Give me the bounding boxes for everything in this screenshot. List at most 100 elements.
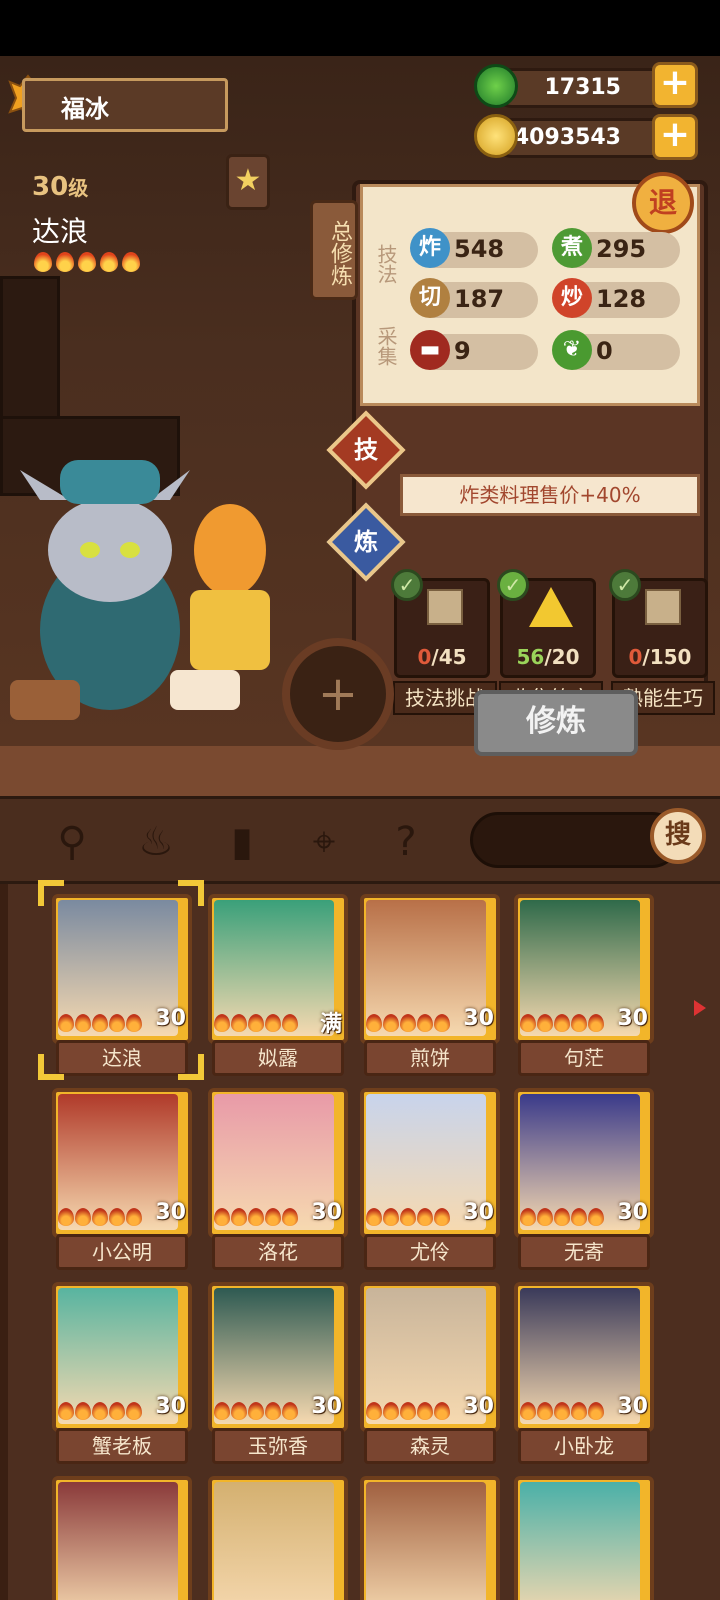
coin-icon: [474, 114, 518, 158]
add-coins-button[interactable]: +: [652, 114, 698, 160]
skill-fry-value: 548: [454, 235, 505, 263]
gather-meat-value: 9: [454, 337, 471, 365]
character-card[interactable]: 30 尤伶: [360, 1088, 500, 1270]
character-card[interactable]: 30 煎饼: [360, 894, 500, 1076]
task-progress: 56/20: [516, 645, 580, 669]
flame-icon: [214, 1402, 230, 1420]
skill-fry: 炸 548: [410, 228, 538, 268]
flame-icon: [100, 252, 118, 272]
flame-icon: [265, 1014, 281, 1032]
meat-icon: ▬: [410, 330, 450, 370]
flame-icon: [434, 1014, 450, 1032]
flame-icon: [214, 1014, 230, 1032]
flame-icon: [366, 1014, 382, 1032]
gather-section-label: 采集: [374, 326, 398, 366]
scroll-icon: [645, 589, 681, 625]
check-icon: ✓: [497, 569, 529, 601]
flame-icon: [417, 1208, 433, 1226]
character-card[interactable]: 30 无寄: [514, 1088, 654, 1270]
exit-button[interactable]: 退: [632, 172, 694, 234]
scroll-icon: [427, 589, 463, 625]
character-card[interactable]: 30 句茫: [514, 894, 654, 1076]
card-flames: [520, 1014, 604, 1032]
total-training-tab[interactable]: 总修炼: [310, 200, 358, 300]
card-name: 句茫: [518, 1040, 650, 1076]
card-level: 30: [463, 1200, 494, 1225]
flame-icon: [109, 1208, 125, 1226]
character-card[interactable]: 30 小卧龙: [514, 1282, 654, 1464]
character-card[interactable]: 满姒露: [208, 894, 348, 1076]
character-card[interactable]: 30 玉弥香: [208, 1282, 348, 1464]
spatula-icon[interactable]: ⚲: [46, 816, 98, 868]
player-name-bar[interactable]: 福冰: [22, 78, 228, 132]
card-name: 姒露: [212, 1040, 344, 1076]
card-flames: [58, 1402, 142, 1420]
flame-icon: [126, 1208, 142, 1226]
character-card[interactable]: 30 小公明: [52, 1088, 192, 1270]
add-item-button[interactable]: +: [282, 638, 394, 750]
character-card[interactable]: 30 洛花: [208, 1088, 348, 1270]
card-level: 30: [617, 1394, 648, 1419]
flame-icon: [248, 1014, 264, 1032]
character-card[interactable]: 30 达浪: [52, 894, 192, 1076]
card-flames: [366, 1402, 450, 1420]
flame-icon: [109, 1402, 125, 1420]
flame-icon: [75, 1402, 91, 1420]
task-practice[interactable]: ✓ 0/150 熟能生巧: [609, 569, 715, 715]
check-icon: ✓: [391, 569, 423, 601]
flame-icon: [214, 1208, 230, 1226]
card-flames: [366, 1014, 450, 1032]
flame-icon: [78, 252, 96, 272]
ladle-icon[interactable]: ♨: [130, 816, 182, 868]
player-name: 福冰: [61, 95, 109, 123]
flame-icon: [537, 1208, 553, 1226]
skills-section-label: 技法: [374, 244, 398, 284]
skill-stirfry: 炒 128: [552, 278, 680, 318]
flame-icon: [109, 1014, 125, 1032]
character-card[interactable]: [52, 1476, 192, 1600]
flame-icon: [400, 1402, 416, 1420]
card-level: 30: [155, 1200, 186, 1225]
flame-icon: [58, 1402, 74, 1420]
flame-icon: [92, 1014, 108, 1032]
jade-amount: 17315: [544, 75, 621, 100]
card-name: 无寄: [518, 1234, 650, 1270]
search-button[interactable]: 搜: [650, 808, 706, 864]
character-card[interactable]: 30 森灵: [360, 1282, 500, 1464]
character-card[interactable]: [360, 1476, 500, 1600]
card-flames: [214, 1014, 298, 1032]
task-skill-challenge[interactable]: ✓ 0/45 技法挑战: [391, 569, 497, 715]
flame-icon: [520, 1014, 536, 1032]
flame-icon: [126, 1402, 142, 1420]
flame-icon: [554, 1014, 570, 1032]
favorite-star-icon[interactable]: ★: [226, 154, 270, 210]
flame-icon: [231, 1208, 247, 1226]
skill-boil-value: 295: [596, 235, 647, 263]
search-input[interactable]: [470, 812, 680, 868]
selection-corner: [178, 1054, 204, 1080]
flame-icon: [265, 1208, 281, 1226]
skill-cut: 切 187: [410, 278, 538, 318]
card-name: 煎饼: [364, 1040, 496, 1076]
character-name: 达浪: [32, 215, 89, 248]
character-card[interactable]: [208, 1476, 348, 1600]
add-jade-button[interactable]: +: [652, 62, 698, 108]
flame-icon: [56, 252, 74, 272]
location-pin-icon[interactable]: ⌖: [298, 816, 350, 868]
map-question-icon[interactable]: ?: [380, 816, 432, 868]
character-card[interactable]: 30 蟹老板: [52, 1282, 192, 1464]
flame-icon: [571, 1208, 587, 1226]
train-button[interactable]: 修炼: [474, 690, 638, 756]
card-flames: [520, 1402, 604, 1420]
jar-icon[interactable]: ▮: [216, 816, 268, 868]
task-progress: 0/45: [417, 645, 467, 669]
flame-icon: [434, 1208, 450, 1226]
character-card[interactable]: [514, 1476, 654, 1600]
selection-corner: [38, 880, 64, 906]
task-collect-runes[interactable]: ✓ 56/20 收集符文: [497, 569, 603, 715]
boil-icon: 煮: [552, 228, 592, 268]
flame-icon: [231, 1402, 247, 1420]
task-progress: 0/150: [628, 645, 692, 669]
character-portrait: [366, 1482, 486, 1600]
card-level: 30: [463, 1006, 494, 1031]
